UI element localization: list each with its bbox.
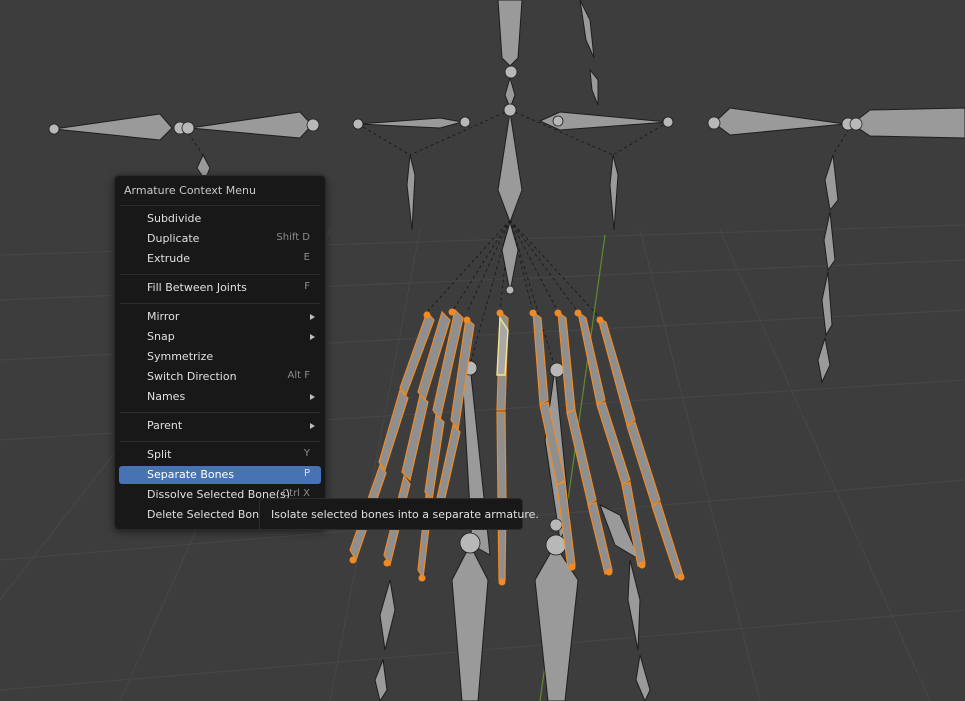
- menu-item-mirror[interactable]: Mirror: [119, 308, 321, 326]
- menu-item-split[interactable]: Split Y: [119, 446, 321, 464]
- menu-item-fill-between-joints[interactable]: Fill Between Joints F: [119, 279, 321, 297]
- menu-item-shortcut: P: [303, 468, 310, 479]
- menu-item-label: Separate Bones: [147, 468, 235, 481]
- menu-separator: [120, 303, 320, 304]
- submenu-arrow-icon: [310, 423, 315, 429]
- tooltip-text: Isolate selected bones into a separate a…: [271, 508, 539, 521]
- menu-title: Armature Context Menu: [124, 184, 256, 197]
- menu-item-duplicate[interactable]: Duplicate Shift D: [119, 230, 321, 248]
- menu-item-switch-direction[interactable]: Switch Direction Alt F: [119, 368, 321, 386]
- menu-item-shortcut: Shift D: [276, 232, 310, 243]
- menu-item-parent[interactable]: Parent: [119, 417, 321, 435]
- menu-separator: [120, 274, 320, 275]
- menu-item-label: Names: [147, 390, 186, 403]
- menu-item-label: Duplicate: [147, 232, 200, 245]
- menu-item-label: Symmetrize: [147, 350, 214, 363]
- submenu-arrow-icon: [310, 394, 315, 400]
- menu-item-label: Extrude: [147, 252, 191, 265]
- menu-separator: [120, 412, 320, 413]
- menu-item-label: Subdivide: [147, 212, 202, 225]
- menu-item-symmetrize[interactable]: Symmetrize: [119, 348, 321, 366]
- menu-item-label: Mirror: [147, 310, 180, 323]
- menu-item-extrude[interactable]: Extrude E: [119, 250, 321, 268]
- menu-item-label: Fill Between Joints: [147, 281, 247, 294]
- menu-item-shortcut: F: [304, 281, 310, 292]
- menu-item-shortcut: Y: [303, 448, 310, 459]
- menu-item-shortcut: E: [303, 252, 310, 263]
- menu-item-separate-bones[interactable]: Separate Bones P: [119, 466, 321, 484]
- menu-item-snap[interactable]: Snap: [119, 328, 321, 346]
- armature-context-menu: Armature Context Menu Subdivide Duplicat…: [114, 175, 326, 530]
- menu-item-shortcut: Alt F: [287, 370, 310, 381]
- menu-item-names[interactable]: Names: [119, 388, 321, 406]
- menu-separator: [120, 205, 320, 206]
- menu-item-label: Switch Direction: [147, 370, 237, 383]
- submenu-arrow-icon: [310, 314, 315, 320]
- selected-finger-bones[interactable]: [349, 308, 684, 581]
- submenu-arrow-icon: [310, 334, 315, 340]
- menu-item-subdivide[interactable]: Subdivide: [119, 210, 321, 228]
- menu-separator: [120, 441, 320, 442]
- menu-item-label: Parent: [147, 419, 183, 432]
- menu-item-label: Snap: [147, 330, 175, 343]
- menu-item-label: Split: [147, 448, 172, 461]
- tooltip: Isolate selected bones into a separate a…: [259, 498, 539, 530]
